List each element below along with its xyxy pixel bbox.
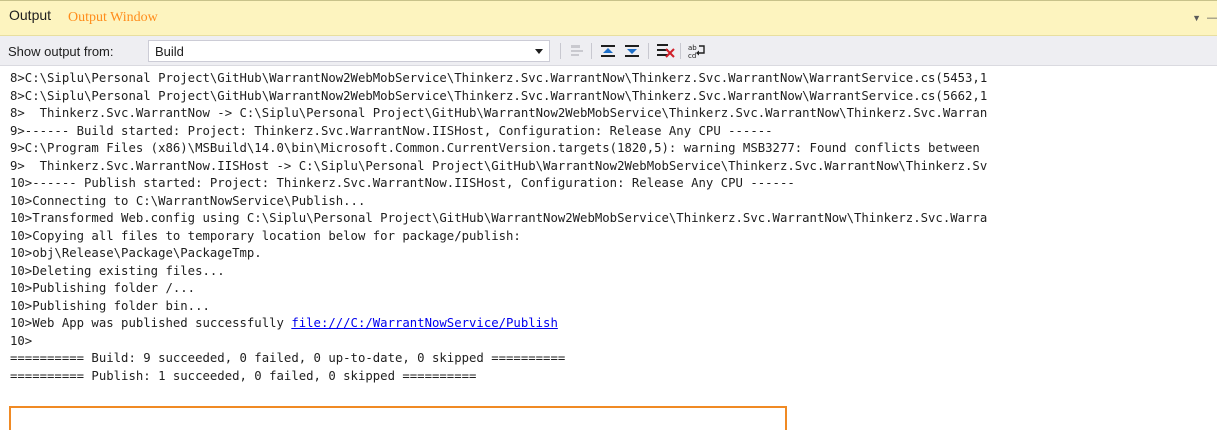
output-source-select[interactable]: Build bbox=[148, 40, 550, 62]
find-message-in-code-button[interactable] bbox=[565, 41, 587, 61]
output-line-text: 9>C:\Program Files (x86)\MSBuild\14.0\bi… bbox=[10, 141, 980, 155]
toolbar-separator bbox=[591, 43, 592, 59]
output-window-titlebar: Output Output Window ▼ — bbox=[0, 0, 1217, 36]
toolbar-separator bbox=[680, 43, 681, 59]
output-line: 9>C:\Program Files (x86)\MSBuild\14.0\bi… bbox=[10, 140, 1210, 158]
go-to-previous-message-icon bbox=[601, 45, 615, 57]
output-line: 8> Thinkerz.Svc.WarrantNow -> C:\Siplu\P… bbox=[10, 105, 1210, 123]
svg-text:ab: ab bbox=[688, 44, 697, 52]
output-line: 9> Thinkerz.Svc.WarrantNow.IISHost -> C:… bbox=[10, 158, 1210, 176]
output-line: ========== Publish: 1 succeeded, 0 faile… bbox=[10, 368, 1210, 386]
go-to-next-message-button[interactable] bbox=[621, 41, 643, 61]
output-line: 10>Connecting to C:\WarrantNowService\Pu… bbox=[10, 193, 1210, 211]
output-line-text: 10> bbox=[10, 333, 33, 348]
output-line-text: 10>Copying all files to temporary locati… bbox=[10, 228, 521, 243]
go-to-previous-message-button[interactable] bbox=[597, 41, 619, 61]
output-toolbar: Show output from: Build ab cd bbox=[0, 36, 1217, 66]
output-line: 10>Publishing folder bin... bbox=[10, 298, 1210, 316]
output-line: 10>Copying all files to temporary locati… bbox=[10, 228, 1210, 246]
output-text-pane[interactable]: 8>C:\Siplu\Personal Project\GitHub\Warra… bbox=[0, 66, 1217, 430]
chevron-down-icon bbox=[535, 49, 543, 54]
output-line-text: 10>Transformed Web.config using C:\Siplu… bbox=[10, 211, 988, 225]
output-line: 10>Transformed Web.config using C:\Siplu… bbox=[10, 210, 1210, 228]
clear-all-button[interactable] bbox=[654, 41, 676, 61]
output-lines: 8>C:\Siplu\Personal Project\GitHub\Warra… bbox=[10, 70, 1210, 385]
svg-text:cd: cd bbox=[688, 52, 696, 60]
find-message-in-code-icon bbox=[571, 45, 583, 56]
output-line: 10>------ Publish started: Project: Thin… bbox=[10, 175, 1210, 193]
output-line: 9>------ Build started: Project: Thinker… bbox=[10, 123, 1210, 141]
window-title: Output bbox=[9, 7, 52, 23]
output-line-text: 10>Connecting to C:\WarrantNowService\Pu… bbox=[10, 193, 366, 208]
output-line: 10>Publishing folder /... bbox=[10, 280, 1210, 298]
toolbar-separator bbox=[648, 43, 649, 59]
publish-success-highlight bbox=[9, 406, 787, 430]
output-line: 8>C:\Siplu\Personal Project\GitHub\Warra… bbox=[10, 70, 1210, 88]
pin-icon[interactable]: — bbox=[1207, 12, 1217, 22]
output-source-value: Build bbox=[155, 44, 184, 59]
output-line-text: 10>Deleting existing files... bbox=[10, 263, 225, 278]
output-line-text: ========== Publish: 1 succeeded, 0 faile… bbox=[10, 368, 477, 383]
output-line-text: 10>Web App was published successfully bbox=[10, 316, 292, 330]
output-line-text: 8>C:\Siplu\Personal Project\GitHub\Warra… bbox=[10, 71, 988, 85]
toggle-word-wrap-button[interactable]: ab cd bbox=[686, 41, 708, 61]
output-line: 10> bbox=[10, 333, 1210, 351]
output-window-annotation: Output Window bbox=[68, 10, 158, 25]
output-line-text: 9> Thinkerz.Svc.WarrantNow.IISHost -> C:… bbox=[10, 158, 988, 173]
output-line-text: 8>C:\Siplu\Personal Project\GitHub\Warra… bbox=[10, 88, 988, 103]
publish-location-link[interactable]: file:///C:/WarrantNowService/Publish bbox=[291, 316, 558, 330]
go-to-next-message-icon bbox=[625, 45, 639, 57]
output-line-text: 9>------ Build started: Project: Thinker… bbox=[10, 123, 773, 138]
toggle-word-wrap-icon: ab cd bbox=[688, 44, 705, 60]
output-line-text: 10>Publishing folder /... bbox=[10, 281, 196, 295]
output-line-text: 10>Publishing folder bin... bbox=[10, 298, 210, 313]
output-line: 10>Web App was published successfully fi… bbox=[10, 315, 1210, 333]
output-line: 10>obj\Release\Package\PackageTmp. bbox=[10, 245, 1210, 263]
output-line-text: 10>------ Publish started: Project: Thin… bbox=[10, 176, 795, 190]
show-output-from-label: Show output from: bbox=[8, 44, 114, 59]
output-line: 10>Deleting existing files... bbox=[10, 263, 1210, 281]
output-line: 8>C:\Siplu\Personal Project\GitHub\Warra… bbox=[10, 88, 1210, 106]
toolbar-separator bbox=[560, 43, 561, 59]
clear-all-icon bbox=[657, 44, 675, 58]
output-line: ========== Build: 9 succeeded, 0 failed,… bbox=[10, 350, 1210, 368]
output-line-text: ========== Build: 9 succeeded, 0 failed,… bbox=[10, 351, 566, 365]
output-line-text: 8> Thinkerz.Svc.WarrantNow -> C:\Siplu\P… bbox=[10, 106, 988, 120]
caret-down-icon[interactable]: ▼ bbox=[1192, 13, 1201, 23]
output-line-text: 10>obj\Release\Package\PackageTmp. bbox=[10, 246, 262, 260]
